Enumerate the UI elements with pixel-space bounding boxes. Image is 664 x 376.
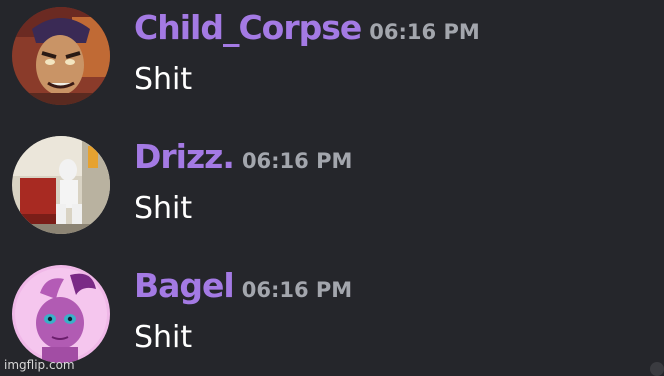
message-header: Child_Corpse 06:16 PM: [134, 8, 480, 47]
cartoon-villain-avatar: [12, 7, 110, 105]
user-avatar[interactable]: [12, 7, 110, 105]
timestamp: 06:16 PM: [241, 278, 353, 302]
user-avatar[interactable]: [12, 136, 110, 234]
scroll-indicator: [650, 362, 664, 376]
message-header: Bagel 06:16 PM: [134, 266, 352, 305]
timestamp: 06:16 PM: [241, 149, 353, 173]
chat-message: Drizz. 06:16 PM Shit: [0, 133, 664, 253]
username[interactable]: Drizz.: [134, 137, 235, 176]
chat-message: Bagel 06:16 PM Shit: [0, 262, 664, 376]
watermark: imgflip.com: [4, 358, 75, 372]
username[interactable]: Child_Corpse: [134, 8, 362, 47]
chat-log: Child_Corpse 06:16 PM Shit Drizz. 06:16 PM: [0, 0, 664, 376]
user-avatar[interactable]: [12, 265, 110, 363]
timestamp: 06:16 PM: [369, 20, 480, 44]
message-content: Shit: [134, 62, 193, 97]
message-content: Shit: [134, 320, 193, 355]
message-content: Shit: [134, 191, 193, 226]
pink-pony-avatar: [12, 265, 110, 363]
chat-message: Child_Corpse 06:16 PM Shit: [0, 4, 664, 124]
stormtrooper-photo-avatar: [12, 136, 110, 234]
message-header: Drizz. 06:16 PM: [134, 137, 352, 176]
username[interactable]: Bagel: [134, 266, 235, 305]
